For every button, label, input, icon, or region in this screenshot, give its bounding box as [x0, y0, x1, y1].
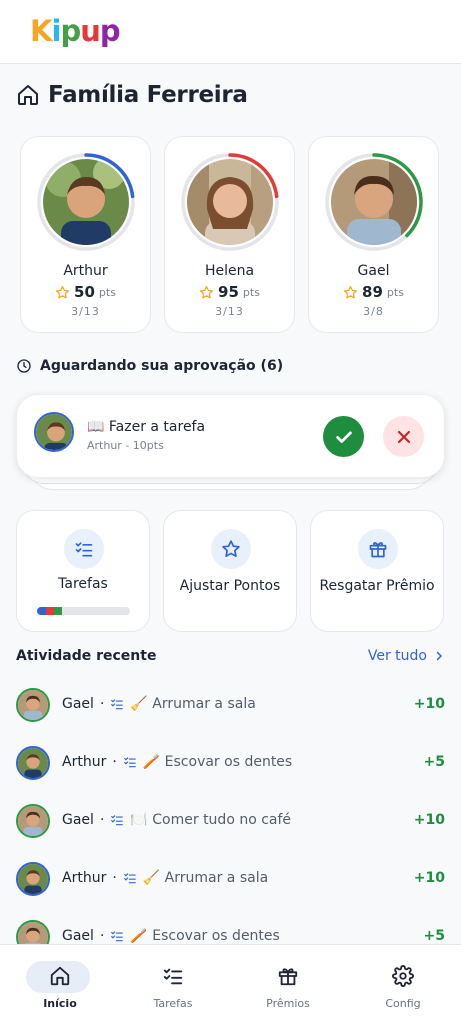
bottom-nav: Início Tarefas Prêmios Config [0, 944, 461, 1024]
check-icon [335, 431, 352, 443]
approval-section-header: Aguardando sua aprovação (6) [16, 358, 283, 374]
avatar [16, 804, 50, 838]
redeem-prize-label: Resgatar Prêmio [319, 578, 435, 594]
nav-tasks[interactable]: Tarefas [123, 945, 223, 1024]
nav-tasks-label: Tarefas [153, 997, 193, 1010]
activity-task: 🪥 Escovar os dentes [142, 754, 293, 770]
gear-icon [392, 965, 414, 987]
tasks-action-label: Tarefas [58, 576, 108, 592]
star-icon [222, 540, 240, 557]
activity-points: +10 [413, 812, 445, 828]
kid-progress-ring [36, 152, 136, 252]
activity-task: 🧹 Arrumar a sala [142, 870, 269, 886]
kid-name: Gael [357, 263, 390, 279]
avatar [34, 412, 74, 452]
adjust-points-label: Ajustar Pontos [179, 578, 281, 594]
redeem-prize-button[interactable]: Resgatar Prêmio [310, 510, 444, 632]
kid-points: 89 pts [343, 283, 404, 301]
app-logo[interactable]: Kipup [30, 13, 121, 49]
recent-activity-list: Gael · 🧹 Arrumar a sala +10 Arthur · 🪥 Esc… [16, 686, 445, 976]
checklist-icon [111, 699, 124, 710]
activity-kid: Gael [62, 812, 94, 828]
home-icon [50, 966, 70, 986]
nav-config[interactable]: Config [353, 945, 453, 1024]
list-item[interactable]: Arthur · 🪥 Escovar os dentes +5 [16, 744, 445, 802]
kid-task-count: 3/13 [215, 305, 244, 318]
nav-prizes-label: Prêmios [266, 997, 310, 1010]
activity-kid: Gael [62, 696, 94, 712]
activity-task: 🍽️ Comer tudo no café [130, 812, 292, 828]
top-bar: Kipup [0, 0, 461, 64]
kid-cards: Arthur 50 pts 3/13 Helena 95 pts 3/13 Gael [20, 136, 439, 333]
kid-points: 50 pts [55, 283, 116, 301]
close-icon [397, 430, 410, 443]
home-icon [18, 85, 38, 105]
kid-progress-ring [180, 152, 280, 252]
gift-icon [369, 542, 387, 558]
family-header: Família Ferreira [16, 82, 248, 108]
list-item[interactable]: Gael · 🧹 Arrumar a sala +10 [16, 686, 445, 744]
checklist-icon [111, 931, 124, 942]
checklist-icon [163, 968, 183, 985]
kid-card-gael[interactable]: Gael 89 pts 3/8 [308, 136, 439, 333]
chevron-right-icon [436, 651, 442, 661]
nav-home[interactable]: Início [10, 945, 110, 1024]
checklist-icon [111, 815, 124, 826]
recent-activity-title: Atividade recente [16, 648, 157, 664]
see-all-link[interactable]: Ver tudo [368, 648, 445, 664]
avatar [16, 862, 50, 896]
tasks-action-button[interactable]: Tarefas [16, 510, 150, 632]
kid-name: Helena [204, 263, 255, 279]
kid-card-arthur[interactable]: Arthur 50 pts 3/13 [20, 136, 151, 333]
clock-icon [17, 359, 31, 373]
adjust-points-button[interactable]: Ajustar Pontos [163, 510, 297, 632]
avatar [42, 159, 129, 245]
activity-kid: Arthur [62, 870, 107, 886]
star-icon [55, 285, 70, 298]
approval-card[interactable]: 📖 Fazer a tarefa Arthur - 10pts [16, 394, 445, 478]
kid-name: Arthur [63, 263, 108, 279]
activity-points: +10 [413, 696, 445, 712]
recent-activity-header: Atividade recente Ver tudo [16, 648, 445, 668]
avatar [16, 688, 50, 722]
activity-points: +10 [413, 870, 445, 886]
reject-button[interactable] [383, 416, 424, 457]
nav-prizes[interactable]: Prêmios [238, 945, 338, 1024]
list-item[interactable]: Arthur · 🧹 Arrumar a sala +10 [16, 860, 445, 918]
kid-card-helena[interactable]: Helena 95 pts 3/13 [164, 136, 295, 333]
list-item[interactable]: Gael · 🍽️ Comer tudo no café +10 [16, 802, 445, 860]
activity-task: 🪥 Escovar os dentes [130, 928, 280, 944]
kid-progress-ring [324, 152, 424, 252]
nav-config-label: Config [385, 997, 421, 1010]
kid-task-count: 3/8 [363, 305, 384, 318]
nav-home-label: Início [43, 997, 77, 1010]
kid-task-count: 3/13 [71, 305, 100, 318]
activity-task: 🧹 Arrumar a sala [130, 696, 256, 712]
checklist-icon [123, 873, 136, 884]
approve-button[interactable] [323, 416, 364, 457]
activity-points: +5 [423, 754, 445, 770]
activity-kid: Arthur [62, 754, 107, 770]
checklist-icon [75, 542, 93, 557]
activity-points: +5 [423, 928, 445, 944]
quick-actions: Tarefas Ajustar Pontos Resgatar Prêmio [16, 510, 444, 632]
approval-task-subtitle: Arthur - 10pts [87, 439, 164, 452]
avatar [186, 159, 273, 245]
family-title: Família Ferreira [48, 82, 248, 108]
activity-kid: Gael [62, 928, 94, 944]
gift-icon [278, 968, 298, 986]
avatar [16, 746, 50, 780]
tasks-progress-bar [37, 607, 130, 615]
star-icon [343, 285, 358, 298]
star-icon [199, 285, 214, 298]
avatar [330, 159, 417, 245]
kid-points: 95 pts [199, 283, 260, 301]
approval-task-title: 📖 Fazer a tarefa [87, 419, 206, 435]
checklist-icon [123, 757, 136, 768]
